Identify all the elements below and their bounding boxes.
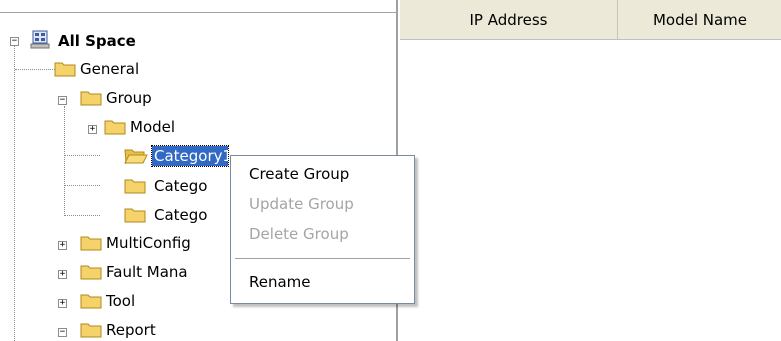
- tree-connector: [65, 185, 100, 187]
- collapse-icon[interactable]: −: [58, 328, 67, 337]
- tree-item-multiconfig[interactable]: MultiConfig: [104, 233, 193, 253]
- column-header-model-name[interactable]: Model Name: [619, 0, 781, 40]
- folder-icon: [80, 292, 102, 309]
- folder-icon: [104, 118, 126, 135]
- menu-item-delete-group: Delete Group: [249, 225, 349, 243]
- tree-connector: [14, 45, 16, 341]
- tree-item-group[interactable]: Group: [104, 88, 154, 108]
- list-pane[interactable]: IP Address Model Name: [400, 0, 781, 341]
- tree-item-general[interactable]: General: [78, 59, 141, 79]
- tree-item-category2[interactable]: Catego: [152, 176, 209, 196]
- folder-icon: [80, 89, 102, 106]
- collapse-icon[interactable]: −: [10, 37, 19, 46]
- tree-connector: [65, 215, 100, 217]
- application-window: − All Space General − Group + Model Cate…: [0, 0, 781, 341]
- tree-item-category3[interactable]: Catego: [152, 205, 209, 225]
- folder-icon: [124, 206, 146, 223]
- tree-item-model[interactable]: Model: [128, 117, 177, 137]
- expand-icon[interactable]: +: [58, 270, 67, 279]
- expand-icon[interactable]: +: [58, 299, 67, 308]
- folder-icon: [80, 321, 102, 338]
- folder-icon: [80, 263, 102, 280]
- collapse-icon[interactable]: −: [58, 96, 67, 105]
- list-header: IP Address Model Name: [400, 0, 781, 40]
- menu-item-update-group: Update Group: [249, 195, 354, 213]
- menu-item-create-group[interactable]: Create Group: [249, 163, 349, 185]
- tree-item-report[interactable]: Report: [104, 320, 158, 340]
- menu-separator: [235, 258, 410, 259]
- folder-icon: [54, 60, 76, 77]
- network-tree-icon: [30, 30, 52, 49]
- context-menu: Create Group Update Group Delete Group R…: [230, 155, 415, 304]
- tree-item-category1[interactable]: Category1: [151, 145, 229, 167]
- column-header-ip-address[interactable]: IP Address: [400, 0, 618, 40]
- expand-icon[interactable]: +: [88, 125, 97, 134]
- tree-item-fault-management[interactable]: Fault Mana: [104, 262, 190, 282]
- open-folder-icon: [124, 147, 148, 165]
- tree-connector: [65, 155, 100, 157]
- folder-icon: [80, 234, 102, 251]
- tree-top-border: [0, 12, 396, 13]
- folder-icon: [124, 177, 146, 194]
- tree-root-label[interactable]: All Space: [56, 31, 138, 51]
- tree-connector: [15, 69, 55, 71]
- menu-item-rename[interactable]: Rename: [249, 271, 311, 293]
- tree-connector: [64, 106, 66, 216]
- expand-icon[interactable]: +: [58, 241, 67, 250]
- tree-item-tool[interactable]: Tool: [104, 291, 137, 311]
